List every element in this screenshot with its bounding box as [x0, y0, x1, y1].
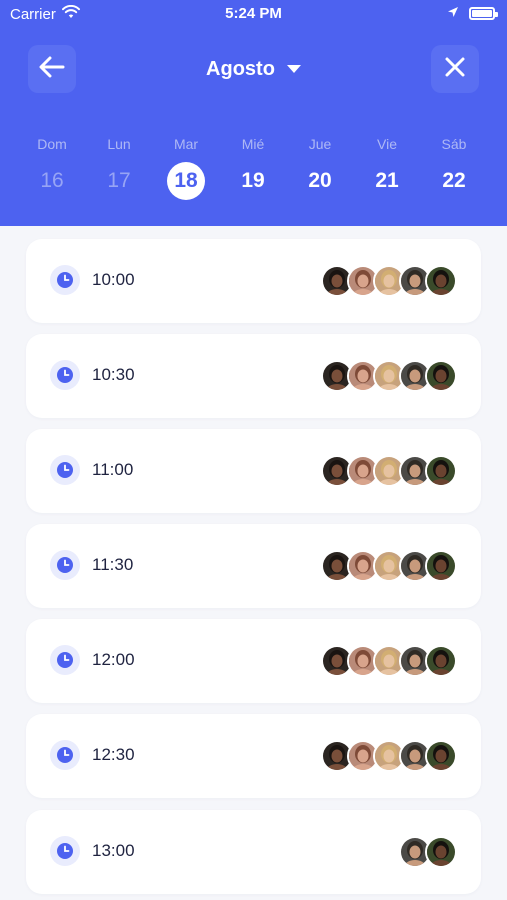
time-slot[interactable]: 12:00	[26, 619, 481, 703]
attendee-avatars	[321, 455, 457, 487]
day-name: Dom	[37, 136, 67, 152]
day-item[interactable]: Mié 19	[223, 136, 283, 200]
avatar	[425, 360, 457, 392]
month-label: Agosto	[206, 58, 275, 80]
location-icon	[447, 5, 459, 22]
day-item[interactable]: Jue 20	[290, 136, 350, 200]
day-item[interactable]: Lun 17	[89, 136, 149, 200]
clock-icon	[50, 740, 80, 770]
time-slot[interactable]: 11:30	[26, 524, 481, 608]
close-button[interactable]	[431, 45, 479, 93]
status-time: 5:24 PM	[225, 5, 282, 22]
time-slot[interactable]: 11:00	[26, 429, 481, 513]
day-number: 19	[241, 169, 265, 192]
avatar	[425, 740, 457, 772]
day-number: 17	[107, 169, 131, 192]
day-item[interactable]: Mar 18	[156, 136, 216, 200]
day-number: 18	[167, 162, 205, 200]
day-number: 20	[308, 169, 332, 192]
slot-time: 10:30	[92, 365, 135, 384]
slot-time: 11:00	[92, 460, 134, 479]
header: Carrier 5:24 PM Agosto Dom 16 Lun 17 Mar…	[0, 0, 507, 226]
slot-time: 12:00	[92, 650, 135, 669]
day-item[interactable]: Sáb 22	[424, 136, 484, 200]
day-number: 16	[40, 169, 64, 192]
clock-icon	[50, 360, 80, 390]
avatar	[425, 265, 457, 297]
day-name: Jue	[308, 136, 332, 152]
attendee-avatars	[321, 645, 457, 677]
slot-time: 12:30	[92, 745, 135, 764]
day-name: Mié	[241, 136, 265, 152]
clock-icon	[50, 645, 80, 675]
day-name: Sáb	[441, 136, 467, 152]
day-name: Mar	[173, 136, 199, 152]
attendee-avatars	[399, 836, 457, 868]
avatar	[425, 455, 457, 487]
clock-icon	[50, 550, 80, 580]
attendee-avatars	[321, 740, 457, 772]
battery-icon	[469, 7, 498, 20]
slot-time: 10:00	[92, 270, 135, 289]
time-slot[interactable]: 10:30	[26, 334, 481, 418]
attendee-avatars	[321, 265, 457, 297]
attendee-avatars	[321, 360, 457, 392]
attendee-avatars	[321, 550, 457, 582]
day-item[interactable]: Vie 21	[357, 136, 417, 200]
time-slot[interactable]: 10:00	[26, 239, 481, 323]
avatar	[425, 550, 457, 582]
status-bar: Carrier 5:24 PM	[0, 0, 507, 28]
clock-icon	[50, 265, 80, 295]
day-number: 22	[442, 169, 466, 192]
clock-icon	[50, 455, 80, 485]
day-name: Vie	[377, 136, 397, 152]
day-item[interactable]: Dom 16	[22, 136, 82, 200]
time-slot[interactable]: 12:30	[26, 714, 481, 798]
time-slot[interactable]: 13:00	[26, 810, 481, 894]
close-icon	[444, 56, 466, 83]
caret-down-icon	[286, 61, 301, 79]
avatar	[425, 836, 457, 868]
day-number: 21	[375, 169, 399, 192]
clock-icon	[50, 836, 80, 866]
slot-time: 11:30	[92, 555, 134, 574]
day-name: Lun	[107, 136, 131, 152]
slot-time: 13:00	[92, 841, 135, 860]
avatar	[425, 645, 457, 677]
